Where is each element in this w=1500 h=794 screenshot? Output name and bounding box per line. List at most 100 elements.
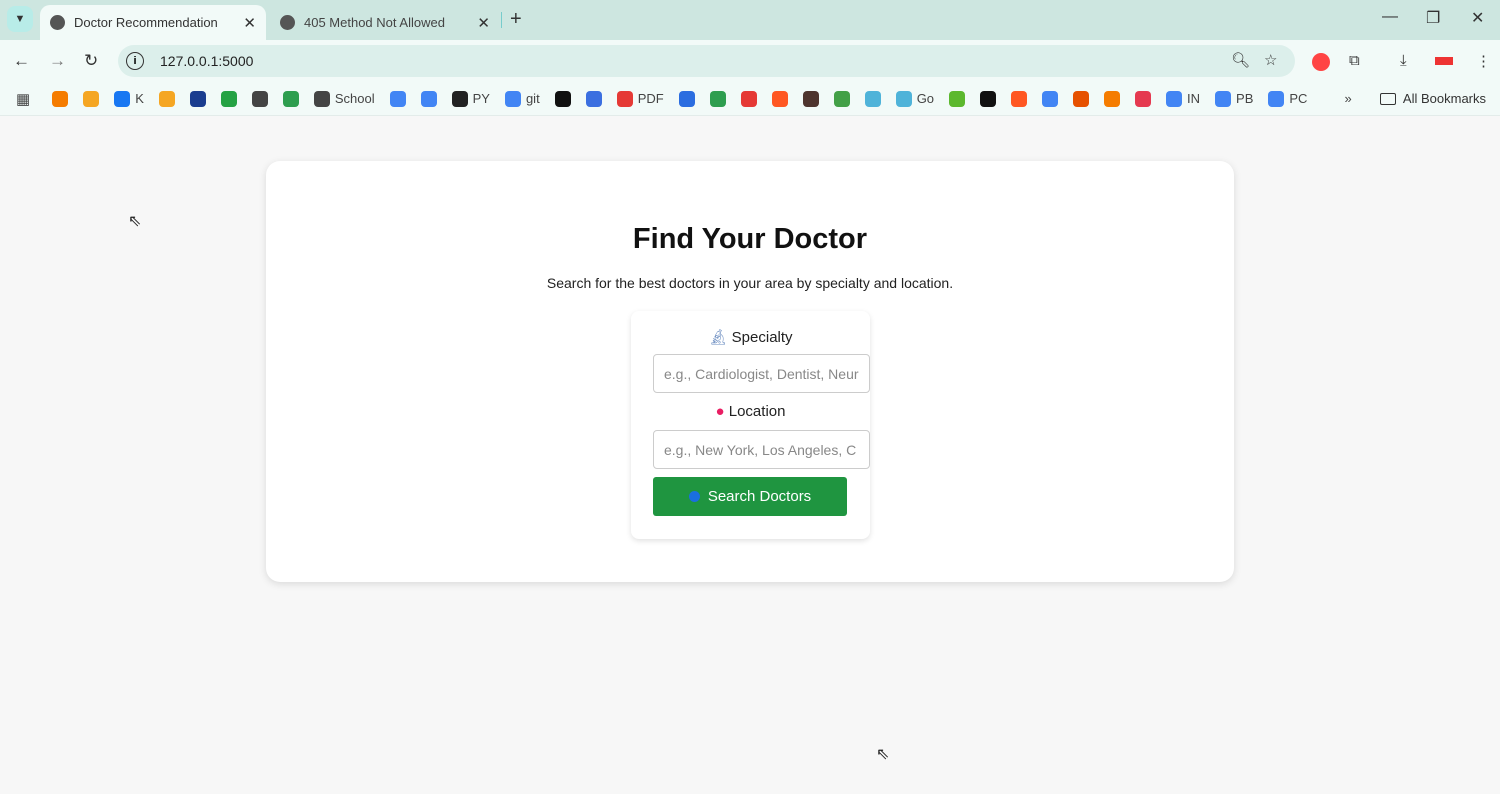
- bookmark-item[interactable]: [1042, 90, 1059, 107]
- bookmark-item[interactable]: [585, 90, 602, 107]
- profile-icon[interactable]: [1435, 57, 1453, 65]
- globe-icon: [280, 15, 295, 30]
- bookmark-label: PY: [472, 91, 490, 106]
- site-info-icon[interactable]: i: [126, 52, 144, 70]
- tab-strip: ▼ Doctor Recommendation ✕ 405 Method Not…: [0, 0, 1500, 40]
- bookmark-item[interactable]: [709, 90, 726, 107]
- bookmark-favicon-icon: [504, 90, 521, 107]
- bookmark-item[interactable]: PY: [451, 90, 490, 107]
- tab-doctor-recommendation[interactable]: Doctor Recommendation ✕: [40, 5, 266, 40]
- search-form: 🔬︎ Specialty ● Location Search Doctors: [631, 311, 870, 539]
- bookmark-favicon-icon: [220, 90, 237, 107]
- bookmark-item[interactable]: [282, 90, 299, 107]
- bookmark-item[interactable]: PB: [1215, 90, 1254, 107]
- bookmark-favicon-icon: [771, 90, 788, 107]
- bookmark-favicon-icon: [1042, 90, 1059, 107]
- bookmark-item[interactable]: [833, 90, 850, 107]
- bookmark-item[interactable]: [740, 90, 757, 107]
- zoom-icon[interactable]: 🔍︎: [1231, 51, 1250, 69]
- extension-infinity-icon[interactable]: [1312, 53, 1330, 71]
- bookmark-item[interactable]: git: [504, 90, 540, 107]
- bookmark-item[interactable]: [52, 90, 69, 107]
- bookmark-label: School: [334, 91, 375, 106]
- download-icon[interactable]: ⤓: [1400, 52, 1407, 69]
- bookmark-label: PDF: [637, 91, 664, 106]
- bookmark-item[interactable]: PDF: [616, 90, 664, 107]
- close-window-button[interactable]: ✕: [1471, 8, 1484, 28]
- tab-title: 405 Method Not Allowed: [304, 15, 445, 30]
- globe-icon: [50, 15, 65, 30]
- bookmark-item[interactable]: [420, 90, 437, 107]
- pushpin-icon: ●: [715, 403, 725, 420]
- bookmark-item[interactable]: [1104, 90, 1121, 107]
- bookmark-item[interactable]: School: [313, 90, 375, 107]
- bookmark-label: PB: [1236, 91, 1254, 106]
- bookmark-item[interactable]: [864, 90, 881, 107]
- bookmark-favicon-icon: [678, 90, 695, 107]
- bookmark-favicon-icon: [313, 90, 330, 107]
- minimize-button[interactable]: —: [1382, 8, 1398, 26]
- bookmark-favicon-icon: [158, 90, 175, 107]
- reload-button[interactable]: ↻: [84, 51, 98, 71]
- location-input[interactable]: [653, 430, 870, 469]
- bookmark-item[interactable]: [771, 90, 788, 107]
- bookmark-label: IN: [1187, 91, 1201, 106]
- bookmark-item[interactable]: [678, 90, 695, 107]
- close-tab-icon[interactable]: ✕: [477, 14, 490, 32]
- bookmark-favicon-icon: [980, 90, 997, 107]
- bookmark-favicon-icon: [282, 90, 299, 107]
- url-text[interactable]: 127.0.0.1:5000: [160, 53, 253, 69]
- magnifier-icon: [688, 491, 700, 502]
- specialty-input[interactable]: [653, 354, 870, 393]
- tab-405-method[interactable]: 405 Method Not Allowed ✕: [270, 5, 500, 40]
- bookmark-label: git: [525, 91, 540, 106]
- bookmark-item[interactable]: Go: [895, 90, 934, 107]
- bookmark-favicon-icon: [802, 90, 819, 107]
- bookmark-item[interactable]: [554, 90, 571, 107]
- bookmark-item[interactable]: [980, 90, 997, 107]
- folder-icon: [1379, 92, 1396, 105]
- tab-search-button[interactable]: ▼: [7, 6, 33, 32]
- bookmark-item[interactable]: [158, 90, 175, 107]
- bookmark-favicon-icon: [554, 90, 571, 107]
- search-doctors-button[interactable]: Search Doctors: [653, 477, 847, 516]
- bookmark-item[interactable]: PC: [1268, 90, 1307, 107]
- location-label: ● Location: [715, 403, 786, 420]
- bookmark-item[interactable]: K: [114, 90, 144, 107]
- bookmark-item[interactable]: [83, 90, 100, 107]
- back-button[interactable]: ←: [13, 51, 30, 71]
- new-tab-button[interactable]: +: [510, 8, 522, 31]
- bookmark-favicon-icon: [1215, 90, 1232, 107]
- bookmark-item[interactable]: [220, 90, 237, 107]
- bookmark-item[interactable]: [389, 90, 406, 107]
- close-tab-icon[interactable]: ✕: [243, 14, 256, 32]
- extensions-icon[interactable]: ⧉: [1349, 52, 1360, 69]
- bookmark-item[interactable]: [1011, 90, 1028, 107]
- bookmarks-bar: ▦ K School PY git PDF Go IN PB PC » All Bookmark…: [0, 82, 1500, 116]
- apps-icon[interactable]: ▦: [16, 90, 30, 108]
- all-bookmarks-button[interactable]: All Bookmarks: [1379, 91, 1486, 106]
- menu-icon[interactable]: ⋮: [1476, 52, 1491, 70]
- bookmark-favicon-icon: [616, 90, 633, 107]
- microscope-icon: 🔬︎: [708, 329, 728, 346]
- divider: [501, 12, 502, 28]
- address-bar[interactable]: i 127.0.0.1:5000 🔍︎ ☆: [118, 45, 1295, 77]
- bookmark-item[interactable]: [802, 90, 819, 107]
- bookmark-favicon-icon: [251, 90, 268, 107]
- specialty-label: 🔬︎ Specialty: [708, 329, 793, 346]
- bookmark-item[interactable]: IN: [1166, 90, 1201, 107]
- forward-button[interactable]: →: [49, 51, 66, 71]
- more-bookmarks-button[interactable]: »: [1344, 91, 1351, 106]
- bookmark-favicon-icon: [389, 90, 406, 107]
- bookmark-item[interactable]: [189, 90, 206, 107]
- bookmark-label: K: [135, 91, 144, 106]
- restore-button[interactable]: ❐: [1426, 8, 1440, 28]
- bookmark-item[interactable]: [251, 90, 268, 107]
- bookmark-item[interactable]: [949, 90, 966, 107]
- bookmark-favicon-icon: [1135, 90, 1152, 107]
- bookmark-item[interactable]: [1135, 90, 1152, 107]
- bookmark-item[interactable]: [1073, 90, 1090, 107]
- bookmark-favicon-icon: [1268, 90, 1285, 107]
- page-subtitle: Search for the best doctors in your area…: [546, 275, 954, 291]
- star-bookmark-icon[interactable]: ☆: [1264, 51, 1277, 69]
